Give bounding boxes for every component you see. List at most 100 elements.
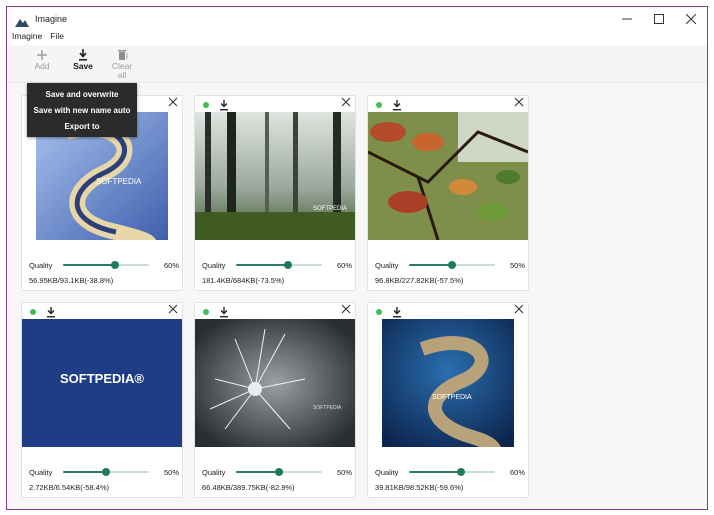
add-label: Add — [34, 61, 50, 71]
quality-row: Quality 50% — [29, 466, 179, 478]
quality-slider[interactable] — [236, 259, 322, 271]
quality-value: 50% — [163, 467, 179, 477]
card-header — [195, 96, 355, 112]
app-logo-icon — [15, 14, 29, 27]
slider-handle[interactable] — [448, 261, 456, 269]
close-icon — [341, 97, 351, 107]
file-size-info: 66.48KB/389.75KB(-82.9%) — [202, 483, 295, 492]
download-icon[interactable] — [392, 305, 404, 318]
quality-label: Quality — [29, 467, 53, 477]
download-icon[interactable] — [219, 98, 231, 111]
status-dot — [376, 102, 382, 108]
plus-icon — [25, 47, 59, 62]
file-size-info: 181.4KB/684KB(-73.5%) — [202, 276, 285, 285]
image-card: SOFTPEDIA Quality 60% 39.81KB/98.52KB(-5… — [367, 302, 529, 498]
save-label: Save — [73, 61, 93, 71]
quality-slider[interactable] — [236, 466, 322, 478]
slider-handle[interactable] — [283, 261, 292, 269]
minimize-button[interactable] — [611, 7, 643, 31]
file-size-info: 2.72KB/6.54KB(-58.4%) — [29, 483, 110, 492]
slider-handle[interactable] — [456, 468, 465, 476]
app-window: Imagine Imagine File Add Save Clear all … — [6, 6, 708, 510]
status-dot — [203, 102, 209, 108]
remove-image-button[interactable] — [168, 303, 178, 317]
file-size-info: 56.95KB/93.1KB(-38.8%) — [29, 276, 114, 285]
title-bar: Imagine — [7, 7, 707, 31]
image-grid: SOFTPEDIA Quality 60% 56.95KB/93.1KB(-38… — [7, 84, 707, 509]
svg-text:SOFTPEDIA®: SOFTPEDIA® — [60, 371, 144, 386]
image-thumbnail[interactable]: SOFTPEDIA — [195, 319, 355, 447]
image-card: SOFTPEDIA Quality 60% 181.4KB/684KB(-73.… — [194, 95, 356, 291]
image-card: Quality 50% 96.8KB/227.82KB(-57.5%) — [367, 95, 529, 291]
close-icon — [514, 97, 524, 107]
image-thumbnail[interactable] — [368, 112, 528, 240]
trash-icon — [105, 47, 139, 62]
quality-value: 60% — [336, 260, 352, 270]
quality-row: Quality 50% — [202, 466, 352, 478]
remove-image-button[interactable] — [514, 96, 524, 110]
quality-value: 50% — [336, 467, 352, 477]
save-overwrite-item[interactable]: Save and overwrite — [27, 87, 137, 103]
quality-row: Quality 60% — [29, 259, 179, 271]
quality-label: Quality — [202, 260, 226, 270]
quality-row: Quality 50% — [375, 259, 525, 271]
clear-all-button[interactable]: Clear all — [105, 47, 139, 80]
quality-slider[interactable] — [409, 259, 495, 271]
image-thumbnail[interactable]: SOFTPEDIA® — [22, 319, 182, 447]
quality-value: 60% — [509, 467, 525, 477]
card-header — [195, 303, 355, 319]
close-window-button[interactable] — [675, 7, 707, 31]
image-thumbnail[interactable]: SOFTPEDIA — [382, 319, 514, 447]
remove-image-button[interactable] — [341, 96, 351, 110]
file-size-info: 96.8KB/227.82KB(-57.5%) — [375, 276, 464, 285]
all-label: all — [117, 70, 127, 80]
quality-slider[interactable] — [63, 466, 149, 478]
close-icon — [514, 304, 524, 314]
remove-image-button[interactable] — [514, 303, 524, 317]
export-to-item[interactable]: Export to — [27, 119, 137, 135]
remove-image-button[interactable] — [341, 303, 351, 317]
save-new-name-item[interactable]: Save with new name auto — [27, 103, 137, 119]
download-icon — [66, 47, 100, 62]
add-button[interactable]: Add — [25, 47, 59, 71]
slider-handle[interactable] — [102, 468, 110, 476]
close-icon — [168, 97, 178, 107]
file-size-info: 39.81KB/98.52KB(-59.6%) — [375, 483, 464, 492]
menu-imagine[interactable]: Imagine — [7, 31, 45, 45]
download-icon[interactable] — [392, 98, 404, 111]
quality-slider[interactable] — [409, 466, 495, 478]
status-dot — [30, 309, 36, 315]
menu-bar: Imagine File — [7, 31, 67, 45]
slider-handle[interactable] — [275, 468, 283, 476]
menu-file[interactable]: File — [45, 31, 67, 45]
image-card: SOFTPEDIA® Quality 50% 2.72KB/6.54KB(-58… — [21, 302, 183, 498]
image-thumbnail[interactable]: SOFTPEDIA — [195, 112, 355, 240]
quality-label: Quality — [375, 467, 399, 477]
quality-value: 60% — [163, 260, 179, 270]
quality-row: Quality 60% — [202, 259, 352, 271]
image-card: SOFTPEDIA Quality 50% 66.48KB/389.75KB(-… — [194, 302, 356, 498]
quality-label: Quality — [202, 467, 226, 477]
quality-value: 50% — [509, 260, 525, 270]
maximize-button[interactable] — [643, 7, 675, 31]
card-header — [368, 96, 528, 112]
svg-text:SOFTPEDIA: SOFTPEDIA — [313, 405, 342, 411]
save-button[interactable]: Save — [66, 47, 100, 71]
card-header — [368, 303, 528, 319]
quality-label: Quality — [29, 260, 53, 270]
svg-text:SOFTPEDIA: SOFTPEDIA — [313, 206, 347, 212]
close-icon — [341, 304, 351, 314]
remove-image-button[interactable] — [168, 96, 178, 110]
download-icon[interactable] — [219, 305, 231, 318]
slider-handle[interactable] — [110, 261, 119, 269]
download-icon[interactable] — [46, 305, 58, 318]
svg-text:SOFTPEDIA: SOFTPEDIA — [96, 177, 142, 186]
status-dot — [203, 309, 209, 315]
quality-slider[interactable] — [63, 259, 149, 271]
window-title: Imagine — [35, 14, 68, 24]
svg-text:SOFTPEDIA: SOFTPEDIA — [432, 394, 472, 401]
quality-label: Quality — [375, 260, 399, 270]
close-icon — [168, 304, 178, 314]
save-dropdown-menu: Save and overwrite Save with new name au… — [27, 83, 137, 137]
status-dot — [376, 309, 382, 315]
